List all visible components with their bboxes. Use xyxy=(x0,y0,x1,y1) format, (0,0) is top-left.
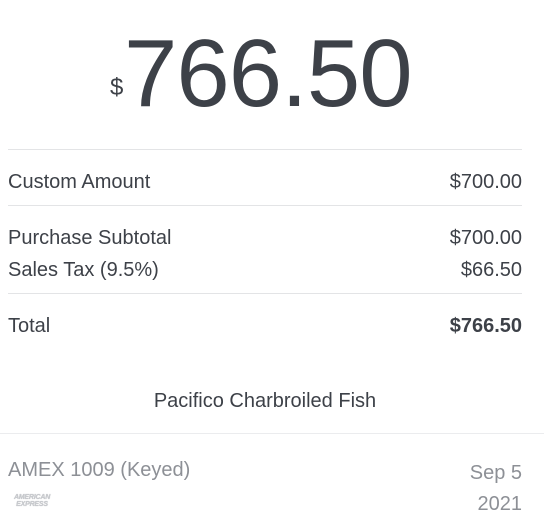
line-item-label: Custom Amount xyxy=(8,171,151,193)
card-logo-line: AMERICAN xyxy=(13,494,51,501)
sales-tax-label: Sales Tax (9.5%) xyxy=(8,259,159,281)
sales-tax-value: $66.50 xyxy=(460,259,522,281)
amount-value: 766.50 xyxy=(124,20,413,127)
total-value: $766.50 xyxy=(449,315,522,337)
merchant-name: Pacifico Charbroiled Fish xyxy=(153,390,377,412)
divider xyxy=(8,205,522,206)
currency-symbol: $ xyxy=(110,74,124,101)
card-info: AMEX 1009 (Keyed) xyxy=(8,459,191,481)
divider xyxy=(8,293,522,294)
line-item-value: $700.00 xyxy=(449,171,522,193)
american-express-logo-icon: AMERICAN EXPRESS xyxy=(8,492,56,510)
divider xyxy=(8,149,522,150)
subtotal-label: Purchase Subtotal xyxy=(8,227,172,249)
card-logo-line: EXPRESS xyxy=(16,501,48,508)
receipt-amount: $ 766.50 xyxy=(0,0,532,130)
payment-date: Sep 5 2021 xyxy=(469,462,522,515)
total-label: Total xyxy=(8,315,51,337)
subtotal-value: $700.00 xyxy=(449,227,522,249)
payment-footer: AMEX 1009 (Keyed) Sep 5 2021 AMERICAN EX… xyxy=(0,433,544,525)
